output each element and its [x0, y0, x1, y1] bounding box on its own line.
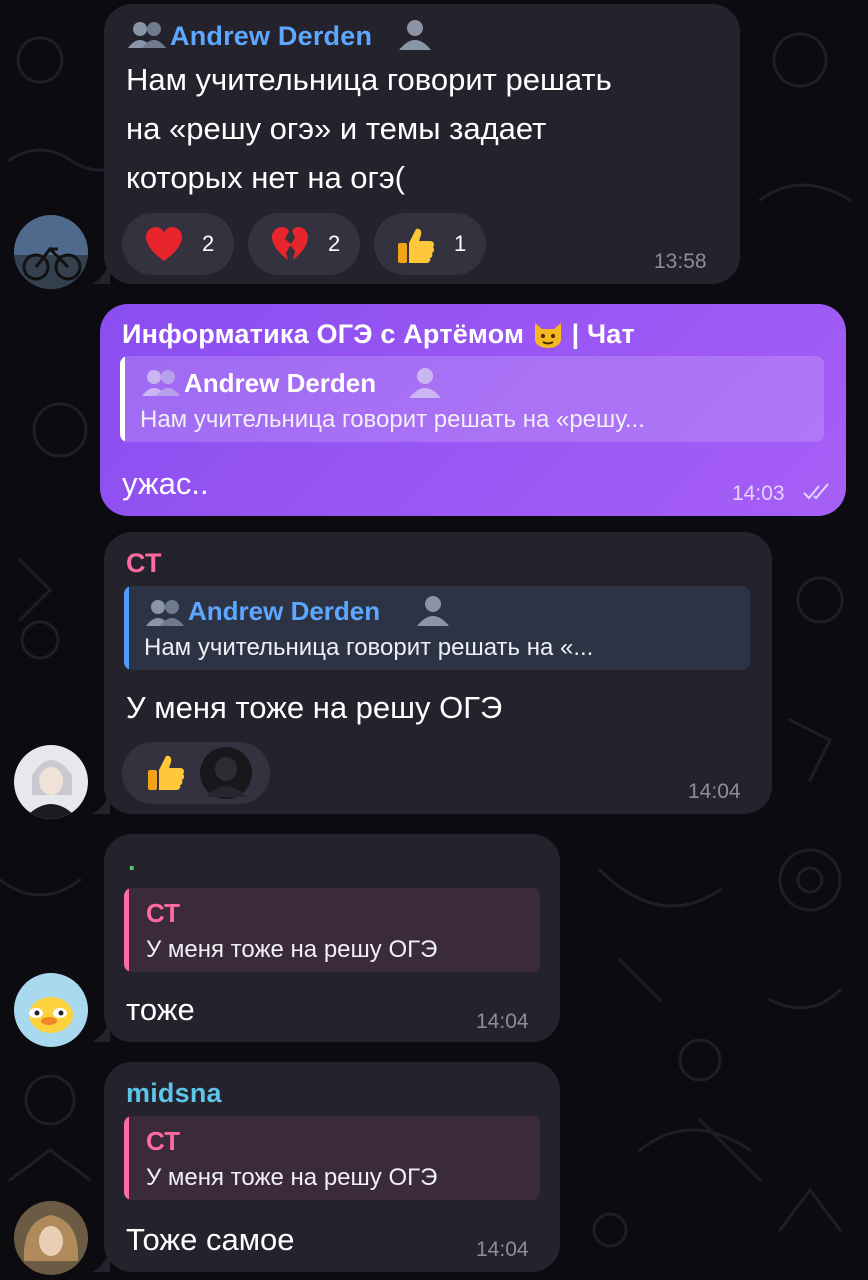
chat-suffix: | Чат	[571, 319, 635, 349]
message-bubble[interactable]: СТ Andrew Derden Нам учительница говорит…	[104, 532, 772, 814]
reply-quote[interactable]: Andrew Derden Нам учительница говорит ре…	[120, 356, 824, 442]
message-text: тоже	[126, 992, 195, 1027]
broken-heart-icon	[272, 227, 308, 260]
group-icon	[142, 368, 180, 403]
avatar-ct[interactable]	[14, 745, 88, 819]
reply-text: У меня тоже на решу ОГЭ	[146, 1164, 438, 1191]
reply-sender-name: СТ	[146, 898, 181, 928]
message-text: ужас..	[122, 466, 209, 501]
reactor-avatar[interactable]	[200, 747, 252, 799]
message-time: 14:03	[732, 482, 785, 505]
reply-text: У меня тоже на решу ОГЭ	[146, 936, 438, 963]
quote-bar	[120, 356, 125, 442]
message-time: 14:04	[476, 1238, 529, 1261]
thumbs-up-icon	[398, 228, 435, 263]
message-text: У меня тоже на решу ОГЭ	[126, 690, 503, 725]
message-text-line: которых нет на огэ(	[126, 160, 405, 195]
reply-sender-name: СТ	[146, 1126, 181, 1156]
message-time: 14:04	[476, 1010, 529, 1033]
quote-bar	[124, 888, 129, 972]
reply-sender-name: Andrew Derden	[188, 596, 381, 626]
group-icon	[128, 20, 166, 55]
user-icon	[414, 594, 452, 631]
message-bubble-outgoing[interactable]: Информатика ОГЭ с Артёмом | Чат Andrew D…	[100, 304, 846, 516]
reply-sender-name: Andrew Derden	[184, 368, 377, 398]
avatar-dot[interactable]	[14, 973, 88, 1047]
avatar-midsna[interactable]	[14, 1201, 88, 1275]
sender-name[interactable]: Andrew Derden	[170, 21, 372, 52]
reaction-count: 2	[328, 231, 341, 256]
sender-name[interactable]: СТ	[126, 548, 162, 579]
user-icon	[406, 366, 444, 403]
reaction-thumbs-up[interactable]	[122, 742, 270, 804]
message-bubble[interactable]: . СТ У меня тоже на решу ОГЭ тоже 14:04	[104, 834, 560, 1042]
reaction-count: 1	[454, 231, 467, 256]
message-time: 13:58	[654, 250, 707, 273]
read-checkmarks-icon	[803, 483, 829, 500]
thumbs-up-icon	[148, 755, 185, 790]
reply-quote[interactable]: СТ У меня тоже на решу ОГЭ	[124, 1116, 540, 1200]
quote-bar	[124, 586, 129, 670]
reaction-thumbs-up[interactable]: 1	[374, 213, 486, 275]
reply-quote[interactable]: Andrew Derden Нам учительница говорит ре…	[124, 586, 750, 670]
reaction-count: 2	[202, 231, 215, 256]
message-text-line: Нам учительница говорит решать	[126, 62, 612, 97]
reaction-heart[interactable]: 2	[122, 213, 234, 275]
sender-name[interactable]: .	[128, 846, 136, 877]
message-bubble[interactable]: midsna СТ У меня тоже на решу ОГЭ Тоже с…	[104, 1062, 560, 1272]
avatar-andrew-derden[interactable]	[14, 215, 88, 289]
reply-text: Нам учительница говорит решать на «решу.…	[140, 406, 645, 433]
message-text: Тоже самое	[126, 1222, 295, 1257]
message-time: 14:04	[688, 780, 741, 803]
cat-face-icon	[534, 323, 561, 348]
quote-bar	[124, 1116, 129, 1200]
reaction-broken-heart[interactable]: 2	[248, 213, 360, 275]
message-text-line: на «решу огэ» и темы задает	[126, 111, 547, 146]
reply-quote[interactable]: СТ У меня тоже на решу ОГЭ	[124, 888, 540, 972]
chat-title-text: Информатика ОГЭ с Артёмом	[122, 319, 525, 349]
red-heart-icon	[146, 227, 182, 261]
user-icon	[396, 18, 434, 55]
sender-name[interactable]: midsna	[126, 1078, 222, 1109]
message-bubble[interactable]: Andrew Derden Нам учительница говорит ре…	[104, 4, 740, 284]
reply-text: Нам учительница говорит решать на «...	[144, 634, 594, 661]
group-icon	[146, 598, 184, 633]
chat-title[interactable]: Информатика ОГЭ с Артёмом | Чат	[122, 319, 635, 350]
